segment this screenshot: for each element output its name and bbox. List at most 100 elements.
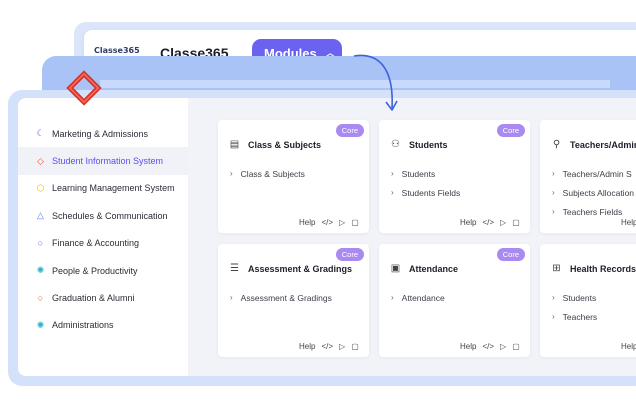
help-link[interactable]: Help [299, 218, 315, 227]
code-icon[interactable]: </> [482, 218, 494, 227]
calendar-icon: ▣ [390, 263, 401, 274]
hexagon-icon: ⬡ [36, 182, 45, 193]
card-link-label: Students [562, 292, 597, 303]
card-title[interactable]: ▤ Class & Subjects [229, 139, 321, 150]
diamond-icon: ◇ [37, 155, 44, 166]
card-link-label: Subjects Allocation [562, 187, 635, 198]
sidebar-item-label: Marketing & Admissions [52, 128, 149, 139]
card-link[interactable]: › Attendance [391, 288, 445, 307]
sidebar-item[interactable]: ◇ Student Information System [18, 147, 188, 175]
screenshot-stage: Classe365 Classe365 Modules ︿ ☾ Marketing… [0, 0, 636, 401]
play-icon[interactable]: ▷ [339, 218, 345, 227]
card-link-label: Students [401, 168, 436, 179]
sidebar-item[interactable]: ✺ Administrations [18, 312, 188, 339]
core-badge: Core [496, 248, 525, 261]
card-link[interactable]: › Students [552, 288, 597, 307]
module-card[interactable]: ⚲ Teachers/Admin › Teachers/Admin S › Subject… [540, 120, 636, 233]
chat-icon[interactable]: ▢ [512, 218, 520, 227]
card-link[interactable]: › Class & Subjects [230, 164, 305, 183]
card-title[interactable]: ⚇ Students [390, 139, 448, 150]
card-link-label: Attendance [401, 292, 445, 303]
card-title[interactable]: ⚲ Teachers/Admin [551, 139, 636, 150]
play-icon[interactable]: ▷ [500, 342, 506, 351]
core-badge: Core [335, 124, 364, 137]
play-icon[interactable]: ▷ [339, 342, 345, 351]
logo-text: Classe365 [94, 46, 140, 55]
card-link-list: › Teachers/Admin S › Subjects Allocation › Te… [552, 164, 634, 221]
card-link-label: Students Fields [401, 187, 461, 198]
sidebar-item-label: Administrations [52, 320, 114, 331]
chat-icon[interactable]: ▢ [351, 218, 359, 227]
pointer-arrow [353, 54, 398, 111]
module-card[interactable]: Core ▣ Attendance › Attendance Help </> ▷ ▢ [379, 244, 530, 357]
card-link[interactable]: › Subjects Allocation [552, 183, 634, 202]
card-footer: Help</>▷▢ [621, 218, 636, 227]
chevron-right-icon: › [230, 293, 233, 302]
cog-icon: ✺ [36, 319, 45, 330]
main-window: ☾ Marketing & Admissions ◇ Student Informat… [18, 98, 636, 376]
card-title-text: Class & Subjects [248, 139, 322, 150]
sidebar-item[interactable]: ✺ People & Productivity [18, 257, 188, 284]
card-link-list: › Assessment & Gradings [230, 288, 332, 307]
code-icon[interactable]: </> [321, 218, 333, 227]
sidebar: ☾ Marketing & Admissions ◇ Student Informat… [18, 98, 188, 376]
help-link[interactable]: Help [621, 342, 636, 351]
card-title-text: Teachers/Admin [570, 139, 636, 150]
users-icon: ⚇ [391, 139, 400, 150]
gear-icon: ✺ [36, 265, 45, 276]
card-link-label: Teachers Fields [562, 206, 623, 217]
card-link-label: Assessment & Gradings [240, 292, 332, 303]
sidebar-item[interactable]: ○ Graduation & Alumni [18, 284, 188, 311]
sidebar-item[interactable]: ○ Finance & Accounting [18, 230, 188, 257]
module-card[interactable]: Core ☰ Assessment & Gradings › Assessment & … [218, 244, 369, 357]
module-card[interactable]: ⊞ Health Records › Students › Teachers Help</>… [540, 244, 636, 357]
card-link[interactable]: › Students Fields [391, 183, 460, 202]
chevron-right-icon: › [230, 169, 233, 178]
card-title-text: Assessment & Gradings [248, 263, 353, 274]
card-link-label: Teachers/Admin S [562, 168, 632, 179]
card-title[interactable]: ⊞ Health Records [551, 263, 636, 274]
sidebar-item-label: Finance & Accounting [52, 238, 140, 249]
chevron-right-icon: › [552, 188, 555, 197]
diamond-logo-icon [66, 70, 102, 106]
core-badge: Core [335, 248, 364, 261]
moon-icon: ☾ [36, 128, 45, 139]
card-title[interactable]: ▣ Attendance [390, 263, 458, 274]
card-title-text: Health Records [570, 263, 636, 274]
help-link[interactable]: Help [460, 342, 476, 351]
card-link[interactable]: › Teachers [552, 307, 597, 326]
sidebar-item[interactable]: ☾ Marketing & Admissions [18, 120, 188, 147]
card-link[interactable]: › Students [391, 164, 460, 183]
card-footer: Help</>▷▢ [621, 342, 636, 351]
circle-icon: ○ [37, 237, 44, 248]
sidebar-item-label: Schedules & Communication [52, 210, 168, 221]
chat-icon[interactable]: ▢ [512, 342, 520, 351]
help-link[interactable]: Help [621, 218, 636, 227]
triangle-icon: △ [37, 210, 44, 221]
module-card[interactable]: Core ⚇ Students › Students › Students Fields He… [379, 120, 530, 233]
help-link[interactable]: Help [460, 218, 476, 227]
card-link[interactable]: › Assessment & Gradings [230, 288, 332, 307]
sidebar-item[interactable]: ⬡ Learning Management System [18, 175, 188, 202]
sidebar-item-label: Graduation & Alumni [52, 293, 135, 304]
play-icon[interactable]: ▷ [500, 218, 506, 227]
sidebar-item[interactable]: △ Schedules & Communication [18, 202, 188, 229]
sidebar-item-label: Learning Management System [52, 183, 175, 194]
chevron-right-icon: › [552, 207, 555, 216]
sidebar-item-label: People & Productivity [52, 265, 138, 276]
card-footer: Help </> ▷ ▢ [460, 218, 520, 227]
card-footer: Help </> ▷ ▢ [299, 218, 359, 227]
card-title-text: Attendance [409, 263, 459, 274]
code-icon[interactable]: </> [482, 342, 494, 351]
module-card[interactable]: Core ▤ Class & Subjects › Class & Subjects He… [218, 120, 369, 233]
card-footer: Help </> ▷ ▢ [460, 342, 520, 351]
checklist-icon: ☰ [230, 263, 239, 274]
core-badge: Core [496, 124, 525, 137]
card-title[interactable]: ☰ Assessment & Gradings [229, 263, 352, 274]
medkit-icon: ⊞ [552, 263, 561, 274]
card-link[interactable]: › Teachers/Admin S [552, 164, 634, 183]
ring-icon: ○ [37, 292, 44, 303]
code-icon[interactable]: </> [321, 342, 333, 351]
chat-icon[interactable]: ▢ [351, 342, 359, 351]
help-link[interactable]: Help [299, 342, 315, 351]
